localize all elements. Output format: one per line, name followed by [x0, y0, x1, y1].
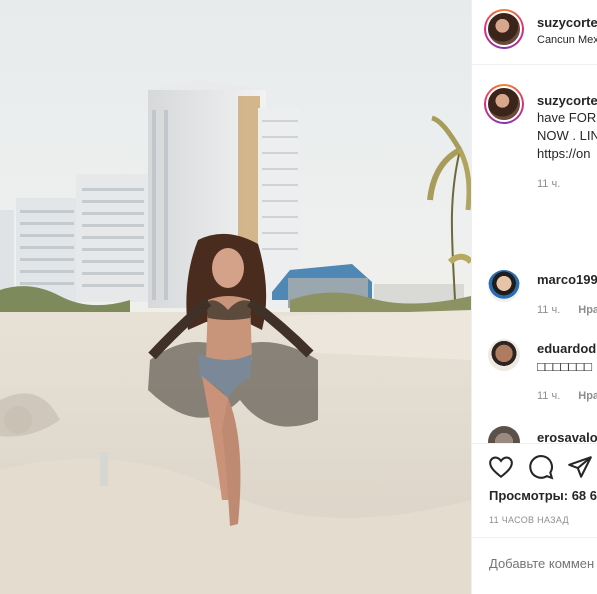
heart-icon[interactable]: [488, 454, 514, 480]
background-buildings: [0, 174, 150, 302]
comment-username[interactable]: marco199: [537, 272, 597, 287]
author-username[interactable]: suzycortez: [537, 15, 597, 30]
comment-username[interactable]: eduardod: [537, 341, 596, 356]
caption-link[interactable]: https://on: [537, 146, 590, 161]
commenter-avatar[interactable]: [488, 339, 520, 371]
comment-meta: 11 ч. Нра: [537, 304, 597, 316]
comment-time[interactable]: 11 ч.: [537, 304, 560, 316]
caption-line-2: NOW . LIN: [537, 128, 597, 143]
caption-avatar[interactable]: [484, 84, 524, 124]
paper-plane-icon[interactable]: [567, 454, 593, 480]
comment-text: □□□□□□□: [537, 359, 592, 374]
comment-time[interactable]: 11 ч.: [537, 390, 560, 402]
post-media[interactable]: [0, 0, 471, 594]
post-timestamp[interactable]: 11 ЧАСОВ НАЗАД: [489, 515, 569, 525]
commenter-avatar[interactable]: [488, 270, 520, 302]
comment-icon[interactable]: [528, 454, 554, 480]
like-comment-link[interactable]: Нра: [578, 390, 597, 402]
add-comment-input[interactable]: [489, 556, 597, 571]
post-sidebar: suzycortez Cancun Mexico suzycortez have…: [471, 0, 597, 594]
caption-line-1: have FOR: [537, 110, 597, 125]
caption-username[interactable]: suzycortez: [537, 93, 597, 108]
post-location[interactable]: Cancun Mexico: [537, 34, 597, 46]
comment-box-divider: [472, 537, 597, 538]
actions-divider: [472, 443, 597, 444]
video-frame: [0, 80, 471, 594]
caption-time[interactable]: 11 ч.: [537, 178, 560, 190]
comment-meta: 11 ч. Нра: [537, 390, 597, 402]
author-avatar[interactable]: [484, 9, 524, 49]
like-comment-link[interactable]: Нра: [578, 304, 597, 316]
header-divider: [472, 64, 597, 65]
view-count[interactable]: Просмотры: 68 6: [489, 488, 597, 503]
palm-trees: [427, 115, 471, 301]
